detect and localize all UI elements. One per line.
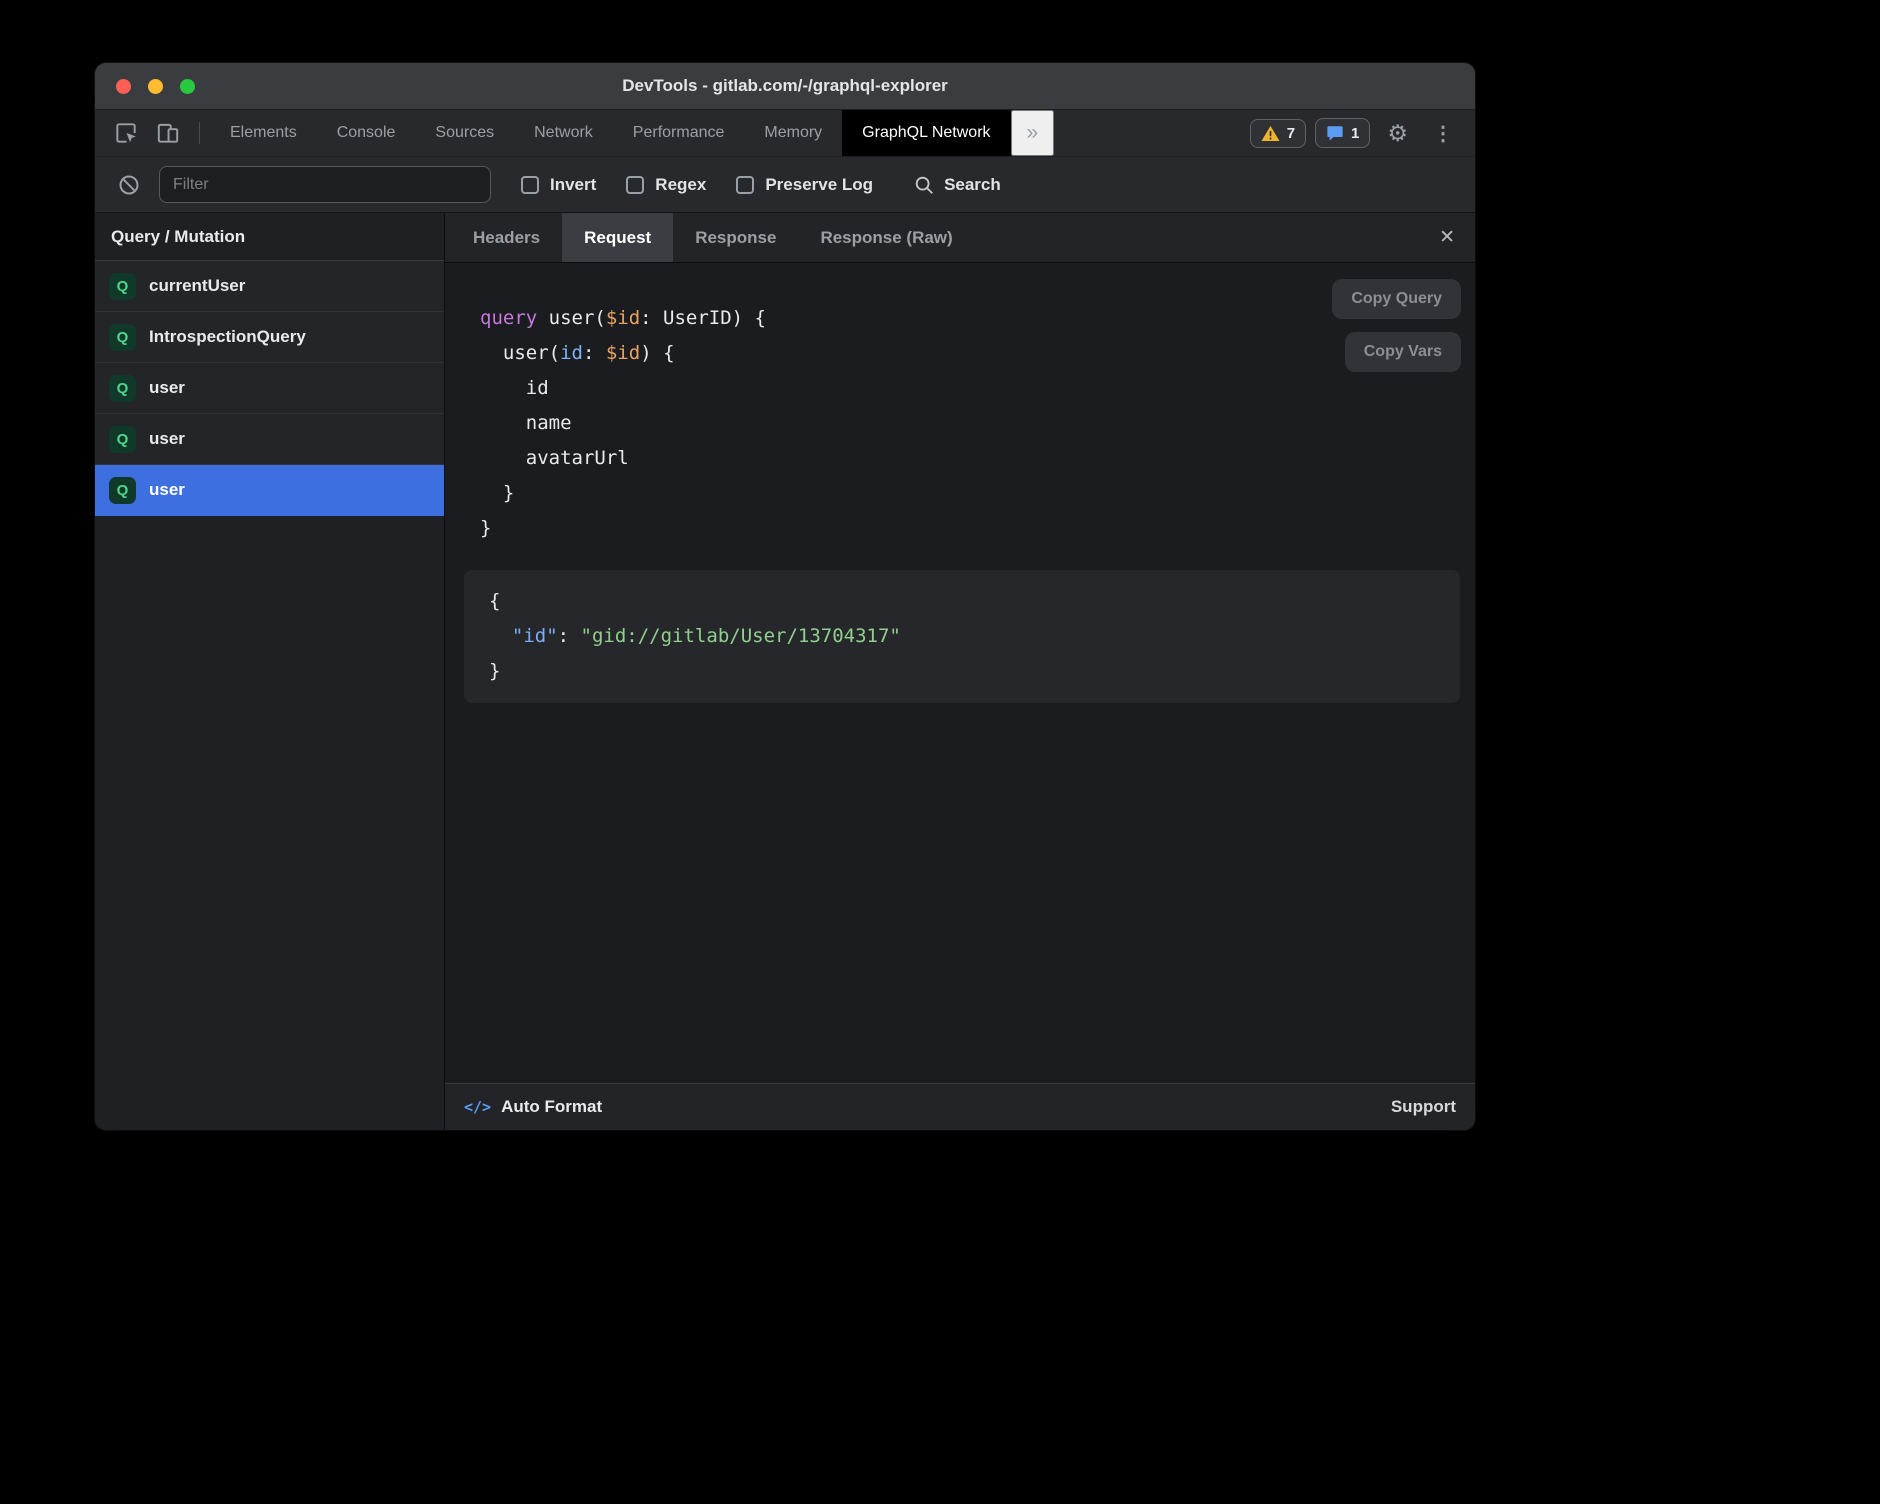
minimize-window-button[interactable] — [148, 79, 163, 94]
code-line: user(id: $id) { — [480, 336, 1475, 371]
devtools-tab-performance[interactable]: Performance — [613, 110, 745, 156]
code-line: } — [480, 511, 1475, 546]
query-item-introspectionquery[interactable]: Q IntrospectionQuery — [95, 312, 444, 363]
query-item-currentuser[interactable]: QcurrentUser — [95, 261, 444, 312]
invert-label: Invert — [550, 175, 596, 195]
query-item-label: currentUser — [149, 276, 245, 296]
preserve-log-option[interactable]: Preserve Log — [736, 175, 873, 195]
devtools-window: DevTools - gitlab.com/-/graphql-explorer… — [95, 63, 1475, 1130]
query-type-badge: Q — [109, 477, 136, 504]
devtools-tab-sources[interactable]: Sources — [415, 110, 514, 156]
query-item-user[interactable]: Quser — [95, 414, 444, 465]
code-line: id — [480, 371, 1475, 406]
devtools-tab-memory[interactable]: Memory — [744, 110, 842, 156]
zoom-window-button[interactable] — [180, 79, 195, 94]
warnings-badge[interactable]: 7 — [1250, 119, 1306, 148]
code-line: query user($id: UserID) { — [480, 301, 1475, 336]
issue-count: 1 — [1351, 125, 1359, 142]
graphql-query-code: query user($id: UserID) { user(id: $id) … — [480, 301, 1475, 546]
code-line: { — [489, 584, 1435, 619]
block-clear-icon[interactable] — [109, 173, 149, 197]
query-type-badge: Q — [109, 273, 136, 300]
code-line: name — [480, 406, 1475, 441]
main-split: Query / Mutation QcurrentUserQIntrospect… — [95, 213, 1475, 1130]
sidebar-header: Query / Mutation — [95, 213, 444, 261]
titlebar: DevTools - gitlab.com/-/graphql-explorer — [95, 63, 1475, 110]
invert-checkbox[interactable] — [521, 176, 539, 194]
query-variables-json: { "id": "gid://gitlab/User/13704317"} — [464, 570, 1460, 703]
devtools-tab-console[interactable]: Console — [317, 110, 416, 156]
regex-checkbox[interactable] — [626, 176, 644, 194]
filter-options: Invert Regex Preserve Log — [521, 175, 873, 195]
code-line: } — [489, 654, 1435, 689]
warning-count: 7 — [1287, 125, 1295, 142]
more-tabs-button[interactable]: » — [1011, 110, 1055, 156]
toolbar-right-controls: 7 1 ⚙ ⋮ — [1250, 110, 1475, 156]
query-type-badge: Q — [109, 324, 136, 351]
devtools-toolbar: ElementsConsoleSourcesNetworkPerformance… — [95, 110, 1475, 157]
query-item-user[interactable]: Quser — [95, 363, 444, 414]
window-title: DevTools - gitlab.com/-/graphql-explorer — [95, 76, 1475, 96]
filter-input[interactable] — [159, 166, 491, 203]
more-options-icon[interactable]: ⋮ — [1425, 121, 1461, 146]
support-link[interactable]: Support — [1391, 1097, 1456, 1117]
devtools-tabs: ElementsConsoleSourcesNetworkPerformance… — [210, 110, 1011, 156]
search-icon — [913, 174, 935, 196]
request-panel: Copy Query Copy Vars query user($id: Use… — [445, 263, 1475, 1083]
detail-footer: </> Auto Format Support — [445, 1083, 1475, 1130]
query-item-label: user — [149, 378, 185, 398]
inspect-element-icon[interactable] — [105, 110, 147, 156]
preserve-log-checkbox[interactable] — [736, 176, 754, 194]
devtools-tab-network[interactable]: Network — [514, 110, 613, 156]
filter-toolbar: Invert Regex Preserve Log Search — [95, 157, 1475, 213]
desktop-background: DevTools - gitlab.com/-/graphql-explorer… — [0, 0, 1880, 1504]
warning-icon — [1261, 125, 1280, 142]
invert-option[interactable]: Invert — [521, 175, 596, 195]
issues-badge[interactable]: 1 — [1315, 118, 1370, 148]
query-item-label: user — [149, 480, 185, 500]
query-type-badge: Q — [109, 375, 136, 402]
regex-option[interactable]: Regex — [626, 175, 706, 195]
search-label: Search — [944, 175, 1001, 195]
detail-tab-headers[interactable]: Headers — [451, 213, 562, 262]
code-line: avatarUrl — [480, 441, 1475, 476]
settings-gear-icon[interactable]: ⚙ — [1379, 120, 1416, 147]
query-type-badge: Q — [109, 426, 136, 453]
regex-label: Regex — [655, 175, 706, 195]
auto-format-label: Auto Format — [501, 1097, 602, 1117]
device-toolbar-icon[interactable] — [147, 110, 189, 156]
search-button[interactable]: Search — [913, 174, 1001, 196]
query-item-user[interactable]: Quser — [95, 465, 444, 516]
preserve-log-label: Preserve Log — [765, 175, 873, 195]
chat-bubble-icon — [1326, 124, 1344, 142]
devtools-tab-graphql-network[interactable]: GraphQL Network — [842, 110, 1010, 156]
close-panel-icon[interactable]: ✕ — [1419, 213, 1475, 262]
window-controls — [116, 79, 195, 94]
code-line: "id": "gid://gitlab/User/13704317" — [489, 619, 1435, 654]
detail-tab-response[interactable]: Response — [673, 213, 798, 262]
auto-format-button[interactable]: </> Auto Format — [464, 1097, 602, 1117]
copy-query-button[interactable]: Copy Query — [1332, 279, 1461, 319]
detail-tab-response-raw[interactable]: Response (Raw) — [798, 213, 974, 262]
copy-buttons: Copy Query Copy Vars — [1332, 279, 1461, 372]
close-window-button[interactable] — [116, 79, 131, 94]
detail-tab-request[interactable]: Request — [562, 213, 673, 262]
query-list: QcurrentUserQIntrospectionQueryQuserQuse… — [95, 261, 444, 516]
detail-tabs: HeadersRequestResponseResponse (Raw) — [451, 213, 975, 262]
code-brackets-icon: </> — [464, 1098, 491, 1116]
code-line: } — [480, 476, 1475, 511]
detail-tabs-bar: HeadersRequestResponseResponse (Raw) ✕ — [445, 213, 1475, 263]
detail-panel: HeadersRequestResponseResponse (Raw) ✕ C… — [445, 213, 1475, 1130]
toolbar-divider — [199, 122, 200, 144]
devtools-tab-elements[interactable]: Elements — [210, 110, 317, 156]
copy-vars-button[interactable]: Copy Vars — [1345, 332, 1461, 372]
query-item-label: IntrospectionQuery — [149, 327, 306, 347]
query-sidebar: Query / Mutation QcurrentUserQIntrospect… — [95, 213, 445, 1130]
query-item-label: user — [149, 429, 185, 449]
